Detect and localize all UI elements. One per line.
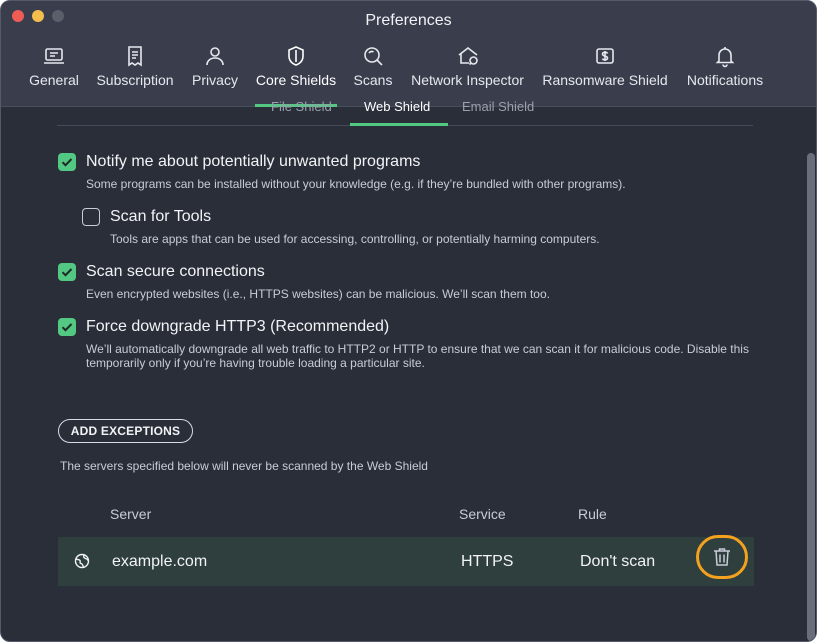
core-shields-panel: File Shield Web Shield Email Shield Noti… [1,99,816,641]
globe-icon [74,553,90,569]
tab-subscription-label: Subscription [96,72,174,88]
checkmark-icon [61,158,73,167]
exception-row[interactable]: example.com HTTPS Don't scan [58,535,754,586]
tab-scans[interactable]: Scans [352,41,394,107]
checkmark-icon [61,268,73,277]
tab-subscription[interactable]: Subscription [95,41,175,107]
home-network-icon [458,46,478,66]
bell-icon [715,47,735,68]
tab-notifications-label: Notifications [686,72,764,88]
titlebar: Preferences General Subscription Privacy [1,1,816,107]
exception-rule: Don't scan [580,553,656,570]
tab-general-label: General [29,72,79,88]
exception-server: example.com [112,553,208,570]
tab-scans-label: Scans [353,72,393,88]
tab-privacy-label: Privacy [192,72,238,88]
tab-core-shields[interactable]: Core Shields [255,41,337,107]
exception-service: HTTPS [461,553,514,570]
exceptions-note: The servers specified below will never b… [60,459,428,473]
secure-connections-description: Even encrypted websites (i.e., HTTPS web… [86,287,550,301]
scan-tools-checkbox[interactable] [82,208,100,226]
http3-downgrade-description-line1: We’ll automatically downgrade all web tr… [86,342,749,356]
pup-checkbox[interactable] [58,153,76,171]
subtab-email-shield[interactable]: Email Shield [462,99,534,114]
column-header-service: Service [459,506,506,522]
http3-downgrade-checkbox[interactable] [58,318,76,336]
http3-downgrade-description-line2: temporarily only if you’re having troubl… [86,356,425,370]
tab-general[interactable]: General [28,41,80,107]
magnifier-icon [364,47,383,66]
receipt-icon [128,46,142,67]
delete-exception-button[interactable] [696,535,748,579]
subtab-file-shield[interactable]: File Shield [271,99,332,114]
tab-privacy[interactable]: Privacy [191,41,239,107]
tab-core-shields-label: Core Shields [255,72,337,88]
active-subtab-indicator [350,123,448,126]
window-title: Preferences [365,12,452,29]
tab-notifications[interactable]: Notifications [684,41,766,107]
column-header-server: Server [110,506,152,522]
tab-network-inspector[interactable]: Network Inspector [409,41,526,107]
secure-connections-checkbox[interactable] [58,263,76,281]
preferences-tabbar: General Subscription Privacy Core Shield… [1,41,816,107]
tab-network-inspector-label: Network Inspector [411,72,524,88]
pup-title: Notify me about potentially unwanted pro… [86,153,421,170]
vertical-scrollbar[interactable] [807,153,815,641]
dollar-shield-icon [596,48,614,64]
tab-ransomware-shield-label: Ransomware Shield [542,72,668,88]
subtab-web-shield[interactable]: Web Shield [364,99,430,114]
scan-tools-title: Scan for Tools [110,208,212,225]
pup-description: Some programs can be installed without y… [86,177,626,191]
secure-connections-title: Scan secure connections [86,263,265,280]
http3-downgrade-title: Force downgrade HTTP3 (Recommended) [86,318,390,335]
trash-icon [714,548,730,566]
laptop-icon [44,48,64,64]
tab-ransomware-shield[interactable]: Ransomware Shield [542,41,668,107]
checkmark-icon [61,323,73,332]
shield-icon [288,46,304,66]
person-icon [206,47,224,66]
scan-tools-description: Tools are apps that can be used for acce… [110,232,600,246]
add-exceptions-button[interactable]: ADD EXCEPTIONS [58,419,193,443]
preferences-window: Preferences General Subscription Privacy [0,0,817,642]
column-header-rule: Rule [578,506,607,522]
